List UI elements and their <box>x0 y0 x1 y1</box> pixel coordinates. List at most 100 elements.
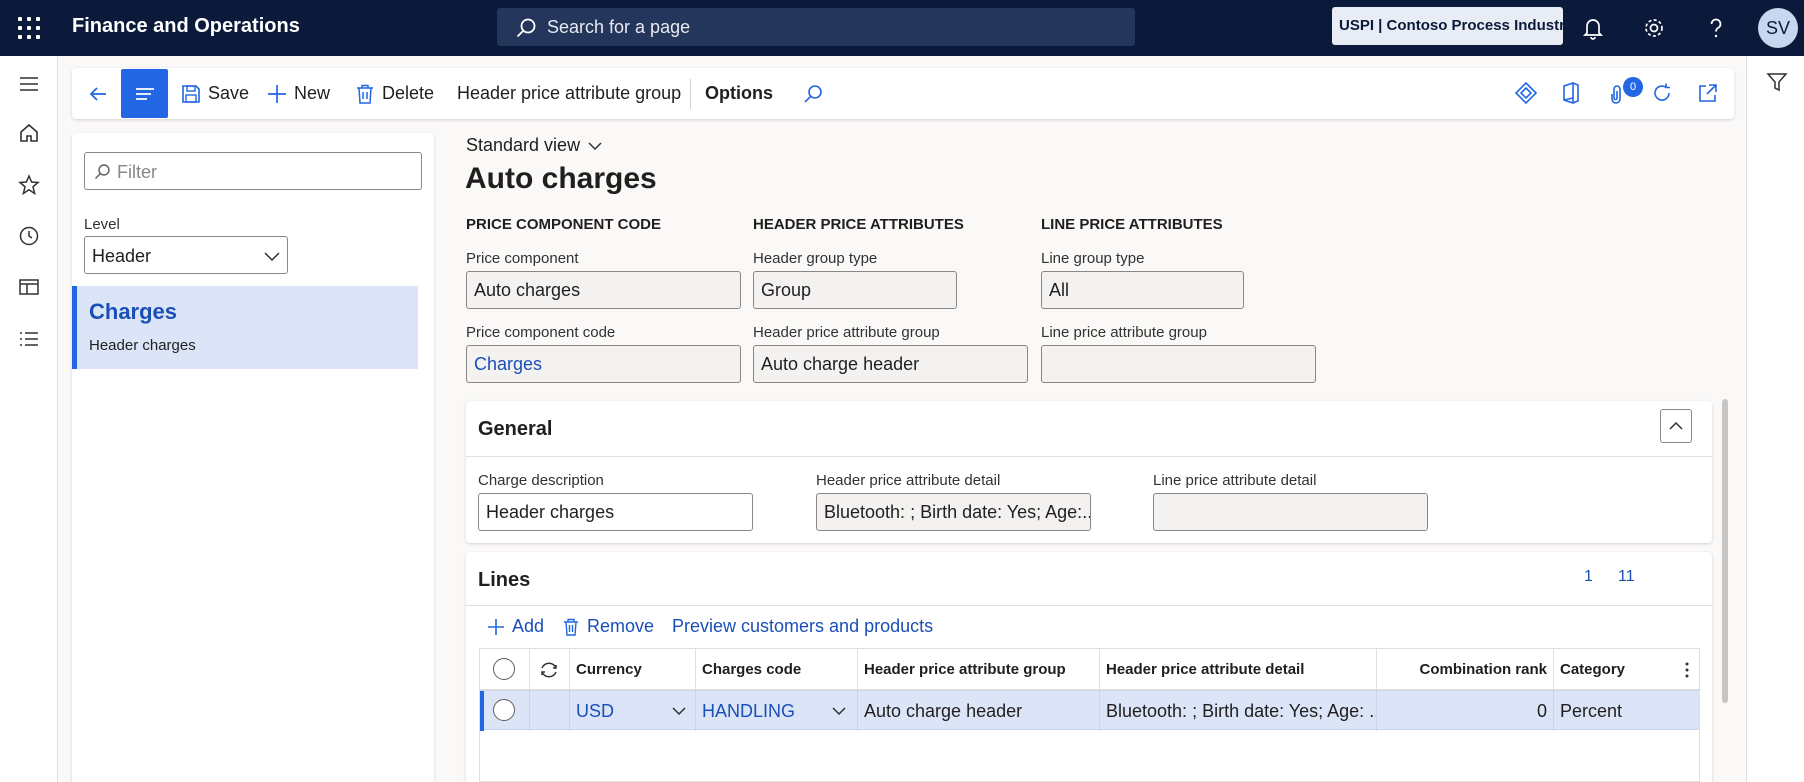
options-tab[interactable]: Options <box>705 68 773 119</box>
attachments-count-badge: 0 <box>1623 77 1643 97</box>
chevron-down-icon[interactable] <box>831 704 847 718</box>
search-icon <box>804 84 822 103</box>
list-item[interactable]: Charges Header charges <box>72 286 418 369</box>
general-title[interactable]: General <box>478 418 552 441</box>
price-component-label: Price component <box>466 250 579 267</box>
app-launcher-icon[interactable] <box>18 17 40 39</box>
save-icon <box>182 84 200 103</box>
new-button[interactable]: New <box>266 68 330 119</box>
help-icon[interactable] <box>1703 15 1729 41</box>
hamburger-icon[interactable] <box>17 72 41 96</box>
row-select-cell[interactable] <box>480 691 530 731</box>
charges-code-cell[interactable]: HANDLING <box>696 691 858 731</box>
charges-code-column-header[interactable]: Charges code <box>696 649 858 690</box>
view-selector-label: Standard view <box>466 135 581 155</box>
view-selector[interactable]: Standard view <box>466 135 603 156</box>
recent-clock-icon[interactable] <box>17 224 41 248</box>
right-strip <box>1746 56 1804 782</box>
power-apps-diamond-icon[interactable] <box>1514 81 1538 105</box>
header-detail-column-header[interactable]: Header price attribute detail <box>1100 649 1377 690</box>
general-fasttab: General Charge description Header charge… <box>466 401 1712 543</box>
charge-description-input[interactable]: Header charges <box>478 493 753 531</box>
gear-icon[interactable] <box>1641 15 1667 41</box>
chevron-down-icon <box>588 141 602 150</box>
page-title: Auto charges <box>465 162 657 195</box>
list-toggle-button[interactable] <box>121 69 168 118</box>
preview-customers-button[interactable]: Preview customers and products <box>672 616 933 637</box>
search-input[interactable]: Search for a page <box>497 8 1135 46</box>
row-select-radio[interactable] <box>493 699 515 721</box>
header-group-cell[interactable]: Auto charge header <box>858 691 1100 731</box>
delete-label: Delete <box>382 83 435 103</box>
currency-column-header[interactable]: Currency <box>570 649 696 690</box>
section-line-price-attributes: LINE PRICE ATTRIBUTES <box>1041 216 1223 233</box>
pager-current[interactable]: 1 <box>1584 568 1593 586</box>
select-all-header[interactable] <box>480 649 530 690</box>
more-options-icon[interactable] <box>1678 660 1696 680</box>
chevron-down-icon[interactable] <box>671 704 687 718</box>
lines-title[interactable]: Lines <box>478 569 530 592</box>
header-detail-field[interactable]: Bluetooth: ; Birth date: Yes; Age:... <box>816 493 1091 531</box>
header-price-attribute-group-label: Header price attribute group <box>753 324 940 341</box>
header-price-attribute-group-button[interactable]: Header price attribute group <box>457 68 681 119</box>
save-button[interactable]: Save <box>180 68 249 119</box>
header-group-type-label: Header group type <box>753 250 878 267</box>
refresh-icon[interactable] <box>1650 81 1674 105</box>
charges-code-value: HANDLING <box>702 701 796 721</box>
remove-line-button[interactable]: Remove <box>561 616 654 637</box>
section-header-price-attributes: HEADER PRICE ATTRIBUTES <box>753 216 964 233</box>
filter-funnel-icon[interactable] <box>1765 70 1789 94</box>
level-value: Header <box>92 246 152 266</box>
list-item-title: Charges <box>89 299 178 324</box>
plus-icon <box>268 84 286 103</box>
combination-rank-cell[interactable]: 0 <box>1377 691 1554 731</box>
line-price-attribute-group-label: Line price attribute group <box>1041 324 1207 341</box>
table-row[interactable]: USD HANDLING Auto charge header Bluetoot… <box>480 690 1699 731</box>
filter-placeholder: Filter <box>117 162 157 182</box>
workspaces-icon[interactable] <box>17 275 41 299</box>
action-search-button[interactable] <box>802 68 830 119</box>
search-icon <box>95 164 110 179</box>
pager-total[interactable]: 11 <box>1618 568 1635 586</box>
trash-icon <box>357 84 373 104</box>
header-group-column-header[interactable]: Header price attribute group <box>858 649 1100 690</box>
collapse-button[interactable] <box>1660 409 1692 443</box>
level-select[interactable]: Header <box>84 236 288 274</box>
list-pane: Filter Level Header Charges Header charg… <box>72 133 434 782</box>
bell-icon[interactable] <box>1580 15 1606 41</box>
chevron-down-icon <box>264 252 280 262</box>
header-detail-cell[interactable]: Bluetooth: ; Birth date: Yes; Age: ... <box>1100 691 1377 731</box>
home-icon[interactable] <box>17 121 41 145</box>
refresh-column-header[interactable] <box>530 649 570 690</box>
app-title[interactable]: Finance and Operations <box>72 15 300 38</box>
line-price-attribute-group-field[interactable] <box>1041 345 1316 383</box>
price-component-field[interactable]: Auto charges <box>466 271 741 309</box>
filter-input[interactable]: Filter <box>84 152 422 190</box>
back-button[interactable] <box>86 68 116 119</box>
office-icon[interactable] <box>1559 81 1583 105</box>
header-price-attribute-group-field[interactable]: Auto charge header <box>753 345 1028 383</box>
sync-icon <box>541 662 557 678</box>
details-scrollbar[interactable] <box>1722 399 1728 703</box>
trash-icon <box>564 618 578 636</box>
line-detail-field[interactable] <box>1153 493 1428 531</box>
modules-list-icon[interactable] <box>17 327 41 351</box>
avatar[interactable]: SV <box>1758 8 1798 48</box>
lines-grid: Currency Charges code Header price attri… <box>479 648 1701 782</box>
delete-button[interactable]: Delete <box>354 68 434 119</box>
open-in-new-window-icon[interactable] <box>1696 81 1720 105</box>
combination-rank-column-header[interactable]: Combination rank <box>1377 649 1554 690</box>
header-group-type-field[interactable]: Group <box>753 271 957 309</box>
category-cell[interactable]: Percent <box>1554 691 1699 731</box>
select-all-radio[interactable] <box>493 658 515 680</box>
action-pane-separator <box>690 79 691 109</box>
header-detail-label: Header price attribute detail <box>816 472 1001 489</box>
company-picker[interactable]: USPI | Contoso Process Industry <box>1332 7 1573 45</box>
add-line-button[interactable]: Add <box>486 616 544 637</box>
line-group-type-field[interactable]: All <box>1041 271 1244 309</box>
star-icon[interactable] <box>17 173 41 197</box>
currency-cell[interactable]: USD <box>570 691 696 731</box>
price-component-code-link[interactable]: Charges <box>466 345 741 383</box>
charge-description-label: Charge description <box>478 472 604 489</box>
list-lines-icon <box>136 88 154 100</box>
